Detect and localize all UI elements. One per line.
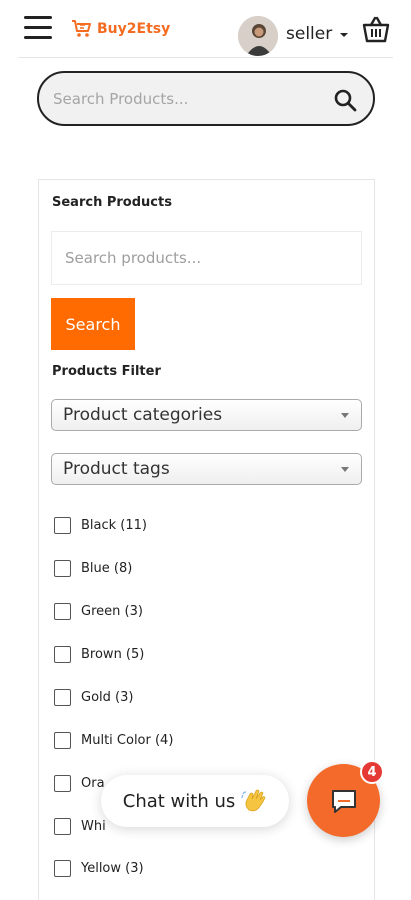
search-icon[interactable] <box>333 88 357 112</box>
filter-label: Whi <box>81 818 106 834</box>
menu-icon[interactable] <box>24 16 52 40</box>
filter-label: Brown (5) <box>81 646 145 662</box>
filter-label: Yellow (3) <box>81 860 144 876</box>
header-divider <box>18 57 393 58</box>
color-filter-item[interactable]: Gold (3) <box>54 686 354 708</box>
chevron-down-icon[interactable] <box>340 33 348 37</box>
filter-checkbox[interactable] <box>54 516 71 534</box>
avatar[interactable] <box>238 16 278 56</box>
chat-prompt-bubble[interactable]: Chat with us <box>101 775 289 827</box>
basket-icon[interactable] <box>361 16 391 44</box>
product-tags-select[interactable]: Product tags <box>51 453 362 485</box>
dropdown-arrow-icon <box>341 413 349 418</box>
color-filter-item[interactable]: Brown (5) <box>54 643 354 665</box>
filter-label: Green (3) <box>81 603 143 619</box>
filter-label: Gold (3) <box>81 689 134 705</box>
dropdown-arrow-icon <box>341 467 349 472</box>
filter-checkbox[interactable] <box>54 817 71 835</box>
color-filter-item[interactable]: Blue (8) <box>54 557 354 579</box>
search-button[interactable]: Search <box>51 298 135 350</box>
header-search-input[interactable] <box>53 87 323 111</box>
tags-select-label: Product tags <box>63 459 170 479</box>
chat-prompt-text: Chat with us <box>122 790 236 812</box>
filter-widget-title: Products Filter <box>52 364 161 379</box>
categories-select-label: Product categories <box>63 405 223 425</box>
filter-checkbox[interactable] <box>54 602 71 620</box>
product-search-input[interactable] <box>51 231 362 285</box>
unread-count-badge: 4 <box>360 760 384 784</box>
filter-label: Multi Color (4) <box>81 732 174 748</box>
filter-checkbox[interactable] <box>54 731 71 749</box>
site-header: Buy2Etsy seller <box>0 0 411 58</box>
filter-label: Ora <box>81 775 105 791</box>
filter-checkbox[interactable] <box>54 559 71 577</box>
filter-checkbox[interactable] <box>54 688 71 706</box>
cart-logo-icon <box>72 20 91 37</box>
color-filter-item[interactable]: Green (3) <box>54 600 354 622</box>
filter-label: Black (11) <box>81 517 147 533</box>
filter-checkbox[interactable] <box>54 774 71 792</box>
search-widget-title: Search Products <box>52 195 172 210</box>
header-search-bar <box>37 71 375 126</box>
site-logo[interactable]: Buy2Etsy <box>70 17 170 41</box>
color-filter-item[interactable]: Yellow (3) <box>54 857 354 879</box>
user-menu-label[interactable]: seller <box>286 24 332 44</box>
filter-checkbox[interactable] <box>54 645 71 663</box>
product-categories-select[interactable]: Product categories <box>51 399 362 431</box>
chat-icon <box>332 790 356 813</box>
logo-text: Buy2Etsy <box>97 21 171 37</box>
filter-checkbox[interactable] <box>54 859 71 877</box>
waving-hand-icon <box>241 789 266 812</box>
color-filter-item[interactable]: Black (11) <box>54 514 354 536</box>
filter-label: Blue (8) <box>81 560 133 576</box>
color-filter-item[interactable]: Multi Color (4) <box>54 729 354 751</box>
